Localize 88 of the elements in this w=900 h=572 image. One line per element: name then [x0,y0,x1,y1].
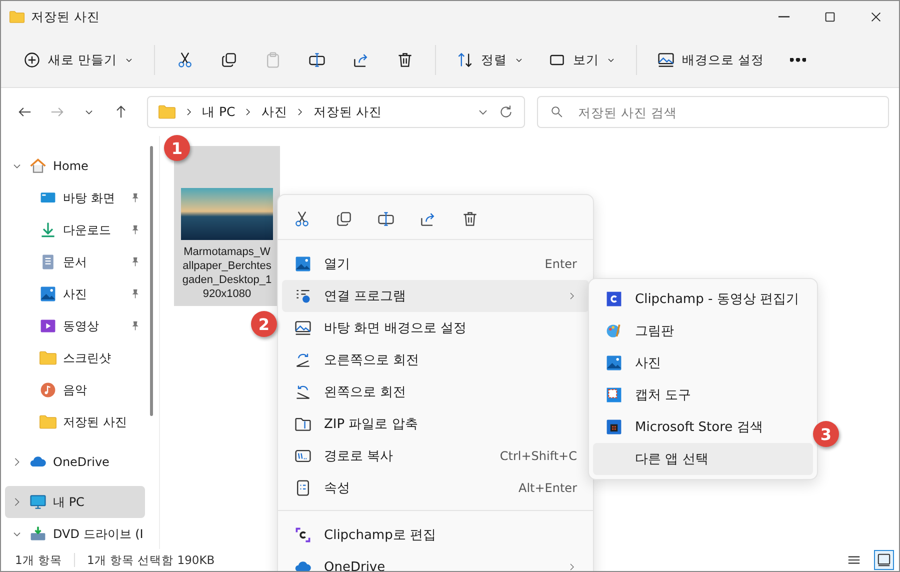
zip-folder-icon [294,415,312,433]
rename-icon [308,51,326,69]
tiles-view-icon[interactable] [875,551,893,569]
sidebar-item[interactable]: Home [5,150,145,182]
download-icon [39,221,57,239]
menu-item[interactable]: 속성 Alt+Enter [282,472,589,504]
open-with-icon [294,287,312,305]
sort-icon [456,51,474,69]
rename-icon [377,210,395,228]
sidebar-item[interactable]: 동영상 [5,310,145,342]
wallpaper-button[interactable]: 배경으로 설정 [646,42,774,78]
sidebar-item[interactable]: 다운로드 [5,214,145,246]
drive-icon [29,525,47,543]
sidebar-item[interactable]: 음악 [5,374,145,406]
sort-button[interactable]: 정렬 [446,42,534,78]
menu-item[interactable]: 왼쪽으로 회전 [282,376,589,408]
callout-badge: 2 [251,311,277,337]
scissors-icon [176,51,194,69]
more-icon [790,58,806,62]
folder-icon [158,103,176,121]
properties-icon [294,479,312,497]
path-icon [294,447,312,465]
selection-info: 1개 항목 선택함 190KB [86,552,215,568]
minimize-icon [778,16,790,18]
home-icon [29,157,47,175]
folder-icon [39,349,57,367]
picture-icon [656,51,675,69]
menu-item[interactable]: Clipchamp - 동영상 편집기 [593,283,813,315]
address-bar[interactable]: 내 PC 사진 저장된 사진 [147,96,525,128]
clipchamp-icon [605,290,623,308]
refresh-icon[interactable] [498,104,514,120]
menu-item[interactable]: Microsoft Store 검색 [593,411,813,443]
breadcrumb[interactable]: 내 PC [202,104,236,120]
sidebar-item[interactable]: 스크린샷 [5,342,145,374]
rotate-right-icon [294,351,312,369]
picture-icon [294,255,312,273]
search-field[interactable]: 저장된 사진 검색 [537,96,889,128]
menu-item[interactable]: 캡처 도구 [593,379,813,411]
menu-item[interactable]: ZIP 파일로 압축 [282,408,589,440]
snipping-icon [605,386,623,404]
close-icon [869,10,883,24]
new-button[interactable]: 새로 만들기 [13,42,144,78]
menu-item[interactable]: 바탕 화면 배경으로 설정 [282,312,589,344]
monitor-icon [29,493,47,511]
menu-item[interactable]: OneDrive [282,551,589,571]
sidebar-item[interactable]: 저장된 사진 [5,406,145,438]
file-name: Marmotamaps_Wallpaper_Berchtesgaden_Desktop_1920x1080 [181,245,273,302]
scissors-icon [293,210,311,228]
music-icon [39,381,57,399]
search-icon [550,105,564,119]
view-button[interactable]: 보기 [538,42,626,78]
menu-item[interactable]: 경로로 복사 Ctrl+Shift+C [282,440,589,472]
plus-icon [23,51,41,69]
palette-icon [605,322,623,340]
trash-icon [396,51,414,69]
store-icon [605,418,623,436]
menu-item[interactable]: Clipchamp로 편집 [282,519,589,551]
menu-item[interactable]: 다른 앱 선택 [593,443,813,475]
sidebar-item[interactable]: 사진 [5,278,145,310]
menu-item[interactable]: 열기 Enter [282,248,589,280]
sidebar-item[interactable]: 문서 [5,246,145,278]
menu-item[interactable]: 오른쪽으로 회전 [282,344,589,376]
menu-item[interactable]: 사진 [593,347,813,379]
picture-icon [605,354,623,372]
sidebar-item[interactable]: OneDrive [5,446,145,478]
clipchamp-icon [294,526,312,544]
menu-item[interactable]: 그림판 [593,315,813,347]
picture-icon [294,319,312,337]
window-title: 저장된 사진 [31,8,100,26]
folder-icon [39,413,57,431]
scrollbar-thumb[interactable] [150,146,153,416]
copy-icon [220,51,238,69]
menu-item[interactable]: 연결 프로그램 [282,280,589,312]
callout-badge: 3 [813,421,839,447]
sidebar-item[interactable]: DVD 드라이브 (I [5,518,145,550]
maximize-icon [823,10,837,24]
folder-icon [9,9,25,25]
copy-icon [335,210,353,228]
trash-icon [461,210,479,228]
breadcrumb[interactable]: 사진 [261,104,288,120]
pictures-icon [39,285,57,303]
sidebar-item[interactable]: 바탕 화면 [5,182,145,214]
video-icon [39,317,57,335]
callout-badge: 1 [164,135,190,161]
item-count: 1개 항목 [15,552,62,568]
rotate-left-icon [294,383,312,401]
sidebar-item[interactable]: 내 PC [5,486,145,518]
breadcrumb[interactable]: 저장된 사진 [313,104,382,120]
